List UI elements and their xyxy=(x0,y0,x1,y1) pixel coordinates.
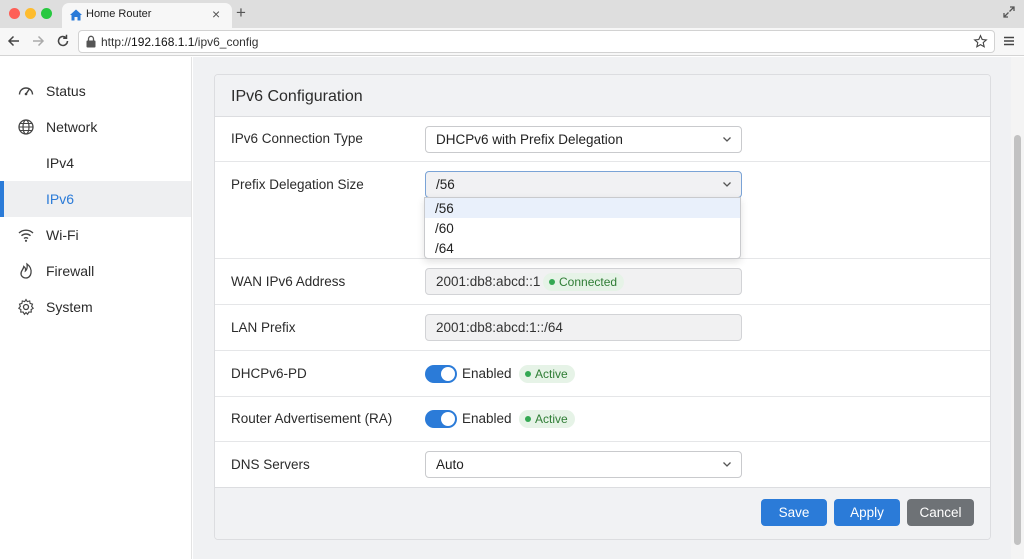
dropdown-option-label: /56 xyxy=(435,201,454,216)
sidebar-item-ipv4[interactable]: IPv4 xyxy=(0,145,191,181)
row-dhcpv6-pd: DHCPv6-PD Enabled Active xyxy=(215,351,990,397)
row-dns-servers: DNS Servers Auto xyxy=(215,442,990,487)
toggle-knob xyxy=(441,367,455,381)
router-adv-toggle-label: Enabled xyxy=(462,411,512,426)
flame-icon xyxy=(20,262,32,279)
connection-type-label: IPv6 Connection Type xyxy=(231,131,363,146)
prefix-size-value: /56 xyxy=(436,177,455,192)
router-adv-toggle[interactable] xyxy=(425,410,457,428)
prefix-size-label: Prefix Delegation Size xyxy=(231,177,364,192)
row-wan-address: WAN IPv6 Address 2001:db8:abcd::1 Connec… xyxy=(215,259,990,305)
reload-icon[interactable] xyxy=(55,33,71,49)
sidebar-item-firewall[interactable]: Firewall xyxy=(0,253,191,289)
maximize-window-button[interactable] xyxy=(41,8,52,19)
gear-icon xyxy=(17,298,35,316)
new-tab-icon[interactable]: + xyxy=(236,4,246,22)
url-prefix: http:// xyxy=(101,35,132,49)
dns-servers-value: Auto xyxy=(436,457,464,472)
url-host: 192.168.1.1 xyxy=(131,35,195,49)
lan-prefix-label: LAN Prefix xyxy=(231,320,296,335)
sidebar-item-label: Status xyxy=(46,83,86,99)
row-connection-type: IPv6 Connection Type DHCPv6 with Prefix … xyxy=(215,117,990,162)
sidebar-item-network[interactable]: Network xyxy=(0,109,191,145)
wan-address-label: WAN IPv6 Address xyxy=(231,274,346,289)
sidebar: Status Network IPv4 IPv6 Wi-Fi Firewall xyxy=(0,57,192,559)
address-bar[interactable]: http://192.168.1.1/ipv6_config xyxy=(78,30,995,53)
sidebar-item-label: Network xyxy=(46,119,98,135)
dropdown-option-label: /60 xyxy=(435,221,454,236)
wifi-icon xyxy=(18,229,34,242)
row-lan-prefix: LAN Prefix 2001:db8:abcd:1::/64 xyxy=(215,305,990,351)
apply-button[interactable]: Apply xyxy=(834,499,900,526)
toggle-knob xyxy=(441,412,455,426)
status-badge: Active xyxy=(519,365,575,383)
scroll-thumb[interactable] xyxy=(1014,135,1021,545)
ipv6-config-card: IPv6 Configuration IPv6 Connection Type … xyxy=(214,74,991,540)
dropdown-option[interactable]: /64 xyxy=(425,238,740,258)
url-text: http://192.168.1.1/ipv6_config xyxy=(101,35,258,49)
forward-arrow-icon[interactable] xyxy=(30,33,46,49)
save-button[interactable]: Save xyxy=(761,499,827,526)
sidebar-item-label: Wi-Fi xyxy=(46,227,79,243)
dropdown-option[interactable]: /56 xyxy=(425,198,740,218)
lock-icon xyxy=(86,35,96,48)
connection-type-value: DHCPv6 with Prefix Delegation xyxy=(436,132,623,147)
sidebar-item-label: System xyxy=(46,299,93,315)
close-window-button[interactable] xyxy=(9,8,20,19)
sidebar-item-label: Firewall xyxy=(46,263,95,279)
hamburger-menu-icon[interactable] xyxy=(1002,34,1016,48)
expand-icon[interactable] xyxy=(1002,5,1016,19)
dns-servers-label: DNS Servers xyxy=(231,457,310,472)
back-arrow-icon[interactable] xyxy=(6,33,22,49)
scrollbar[interactable] xyxy=(1011,57,1024,559)
connection-type-select[interactable]: DHCPv6 with Prefix Delegation xyxy=(425,126,742,153)
browser-tab[interactable]: Home Router × xyxy=(62,3,232,28)
row-router-advertisement: Router Advertisement (RA) Enabled Active xyxy=(215,397,990,442)
sidebar-item-wifi[interactable]: Wi-Fi xyxy=(0,217,191,253)
browser-tab-bar: Home Router × + xyxy=(0,0,1024,28)
chevron-down-icon xyxy=(723,182,731,187)
dhcpv6-pd-label: DHCPv6-PD xyxy=(231,366,307,381)
page-title: IPv6 Configuration xyxy=(231,88,363,105)
chevron-down-icon xyxy=(723,462,731,467)
minimize-window-button[interactable] xyxy=(25,8,36,19)
router-adv-label: Router Advertisement (RA) xyxy=(231,411,393,426)
wan-address-value: 2001:db8:abcd::1 xyxy=(436,274,541,289)
sidebar-item-system[interactable]: System xyxy=(0,289,191,325)
prefix-size-select[interactable]: /56 xyxy=(425,171,742,198)
card-footer: Save Apply Cancel xyxy=(215,487,990,539)
cancel-button[interactable]: Cancel xyxy=(907,499,974,526)
sidebar-item-label: IPv4 xyxy=(46,155,75,171)
browser-toolbar: http://192.168.1.1/ipv6_config xyxy=(0,28,1024,56)
sidebar-item-ipv6[interactable]: IPv6 xyxy=(0,181,191,217)
chevron-down-icon xyxy=(723,137,731,142)
status-badge: Active xyxy=(519,410,575,428)
dhcpv6-pd-toggle-label: Enabled xyxy=(462,366,512,381)
status-badge: Connected xyxy=(543,273,625,291)
wan-address-field: 2001:db8:abcd::1 Connected xyxy=(425,268,742,295)
lan-prefix-field: 2001:db8:abcd:1::/64 xyxy=(425,314,742,341)
gauge-icon xyxy=(18,87,34,96)
tab-title: Home Router xyxy=(86,8,152,20)
sidebar-item-status[interactable]: Status xyxy=(0,73,191,109)
dns-servers-select[interactable]: Auto xyxy=(425,451,742,478)
card-header: IPv6 Configuration xyxy=(215,75,990,117)
tab-close-icon[interactable]: × xyxy=(212,6,220,22)
home-icon xyxy=(70,9,82,21)
lan-prefix-value: 2001:db8:abcd:1::/64 xyxy=(436,320,563,335)
globe-icon xyxy=(18,119,34,135)
dhcpv6-pd-toggle[interactable] xyxy=(425,365,457,383)
url-path: /ipv6_config xyxy=(194,35,259,49)
sidebar-item-label: IPv6 xyxy=(46,191,75,207)
bookmark-star-icon[interactable] xyxy=(973,34,988,49)
dropdown-option-label: /64 xyxy=(435,241,454,256)
dropdown-option[interactable]: /60 xyxy=(425,218,740,238)
prefix-size-dropdown: /56 /60 /64 xyxy=(424,197,741,259)
